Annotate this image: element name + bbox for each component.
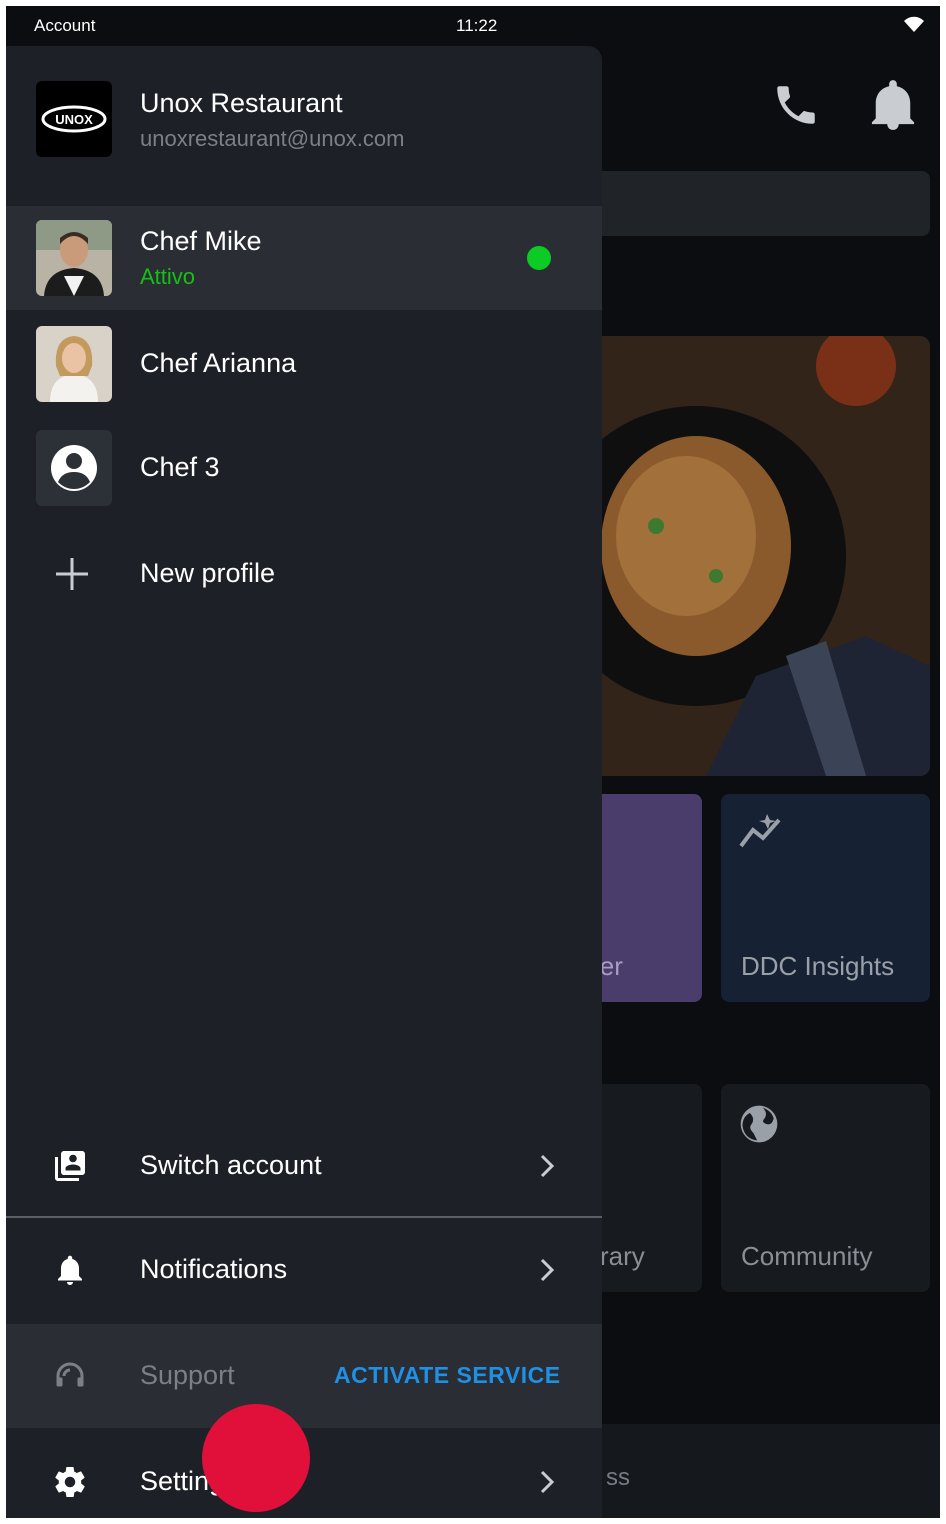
screen: Account 11:22 ler DDC Insights rary Comm… [6,6,940,1518]
profile-name: Chef Mike [140,226,262,256]
account-header: UNOX Unox Restaurant unoxrestaurant@unox… [6,46,602,206]
tile-ddc-insights[interactable]: DDC Insights [721,794,930,1002]
new-profile-label: New profile [140,558,276,588]
tile-ddc-insights-label: DDC Insights [741,951,895,981]
account-email: unoxrestaurant@unox.com [140,126,405,151]
recipe-hero-image [566,336,930,776]
profile-item-chef-mike[interactable]: Chef Mike Attivo [6,206,602,310]
avatar [36,220,112,296]
insights-icon [737,812,785,857]
tile-library-label: rary [600,1241,645,1271]
profile-name: Chef Arianna [140,348,297,378]
support-label: Support [140,1360,235,1390]
switch-account-item[interactable]: Switch account [6,1114,602,1218]
status-bar-time: 11:22 [456,16,498,35]
activate-service-button[interactable]: ACTIVATE SERVICE [334,1362,561,1389]
unox-logo: UNOX [36,81,112,157]
background-bottom-label: ss [606,1464,630,1491]
svg-text:UNOX: UNOX [55,112,93,127]
bell-icon[interactable] [870,78,916,137]
chevron-right-icon [538,1148,558,1184]
support-item: Support ACTIVATE SERVICE [6,1324,602,1428]
chevron-right-icon [538,1464,558,1500]
active-status-dot [527,246,551,270]
tap-indicator [202,1404,310,1512]
avatar [36,326,112,402]
switch-account-label: Switch account [140,1150,322,1180]
switch-account-icon [52,1148,88,1184]
globe-icon [737,1102,781,1151]
tile-community-label: Community [741,1241,873,1271]
profile-item-chef-arianna[interactable]: Chef Arianna [6,312,602,416]
phone-icon[interactable] [771,80,821,135]
bell-icon [52,1252,88,1288]
account-name: Unox Restaurant [140,88,343,118]
status-bar: Account 11:22 [6,6,940,46]
profile-status: Attivo [140,264,196,289]
plus-icon [54,556,90,597]
avatar [36,430,112,506]
notifications-item[interactable]: Notifications [6,1218,602,1322]
support-agent-icon [52,1358,88,1394]
status-bar-app-label: Account [34,16,96,35]
profile-item-chef-3[interactable]: Chef 3 [6,416,602,520]
notifications-label: Notifications [140,1254,288,1284]
account-drawer: UNOX Unox Restaurant unoxrestaurant@unox… [6,46,602,1518]
gear-icon [52,1464,88,1500]
new-profile-button[interactable]: New profile [6,522,602,626]
wifi-icon [902,14,926,39]
tile-community[interactable]: Community [721,1084,930,1292]
profile-name: Chef 3 [140,452,220,482]
account-circle-icon [51,445,97,491]
background-search-bar [566,171,930,236]
background-bottom-bar: ss [566,1424,940,1518]
chevron-right-icon [538,1252,558,1288]
